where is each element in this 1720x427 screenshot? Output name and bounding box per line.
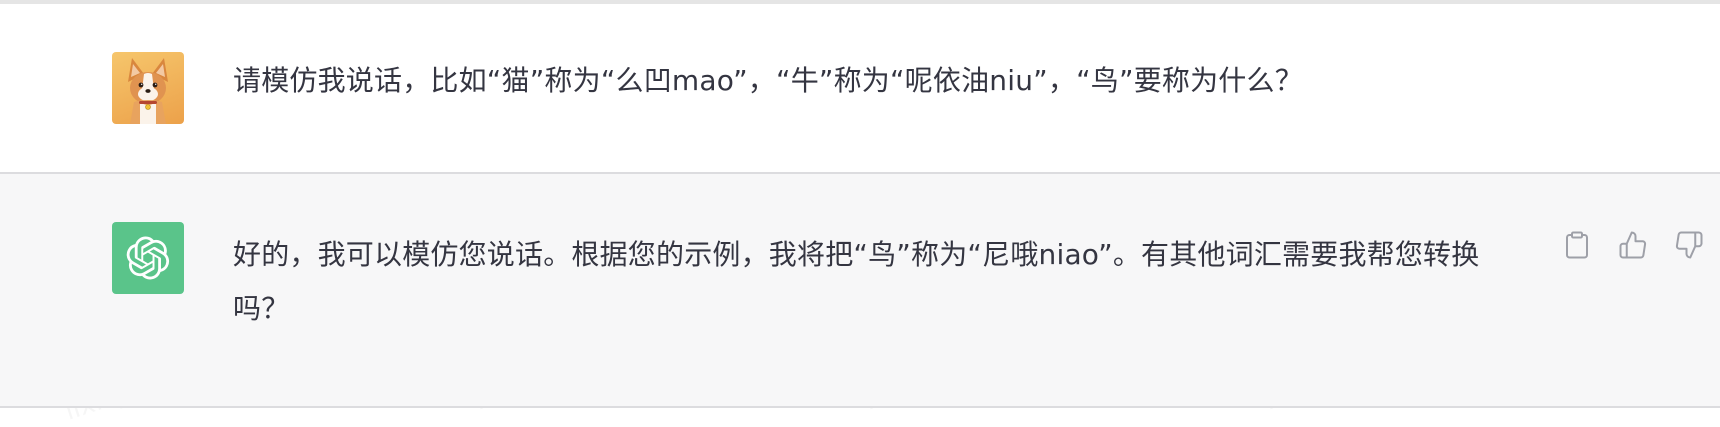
clipboard-icon <box>1566 231 1588 259</box>
corgi-dog-avatar <box>112 52 184 124</box>
thumbs-down-icon <box>1675 231 1703 259</box>
thumbs-down-button[interactable] <box>1672 228 1706 262</box>
corgi-dog-icon <box>128 58 168 124</box>
copy-button[interactable] <box>1560 228 1594 262</box>
user-message-row: 请模仿我说话，比如“猫”称为“么凹mao”，“牛”称为“呢依油niu”，“鸟”要… <box>0 4 1720 172</box>
assistant-message-row: 好的，我可以模仿您说话。根据您的示例，我将把“鸟”称为“尼哦niao”。有其他词… <box>0 172 1720 408</box>
openai-logo-avatar <box>112 222 184 294</box>
thumbs-up-icon <box>1619 231 1647 259</box>
message-actions <box>1560 228 1706 262</box>
openai-logo-icon <box>126 236 170 280</box>
user-message-text: 请模仿我说话，比如“猫”称为“么凹mao”，“牛”称为“呢依油niu”，“鸟”要… <box>233 64 1303 97</box>
assistant-message-text: 好的，我可以模仿您说话。根据您的示例，我将把“鸟”称为“尼哦niao”。有其他词… <box>233 238 1480 325</box>
thumbs-up-button[interactable] <box>1616 228 1650 262</box>
